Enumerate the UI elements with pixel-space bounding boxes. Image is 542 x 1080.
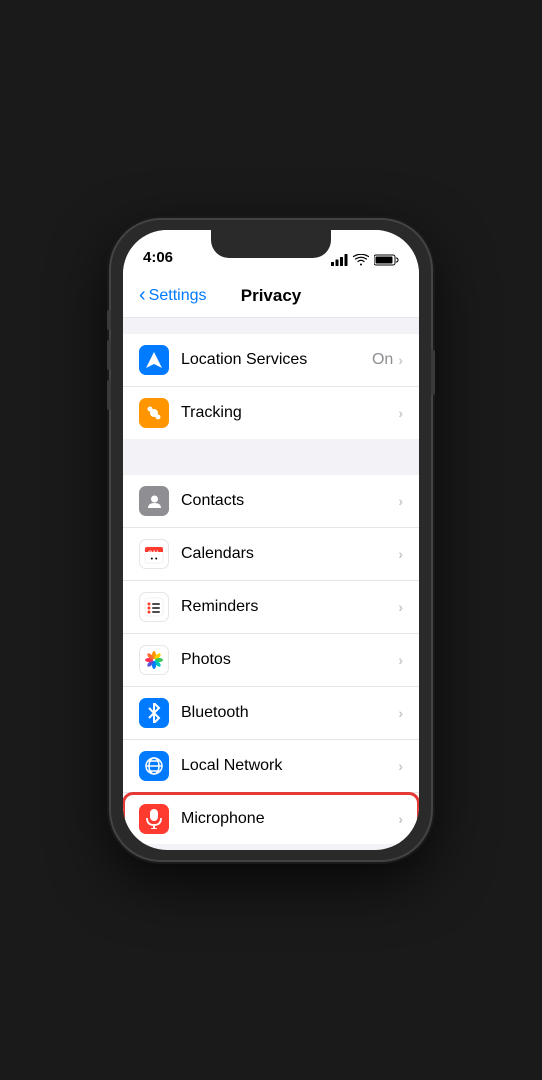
reminders-label: Reminders	[181, 598, 398, 616]
reminders-icon	[139, 592, 169, 622]
microphone-icon	[139, 804, 169, 834]
volume-down-button	[107, 380, 111, 410]
volume-up-button	[107, 340, 111, 370]
list-item-contacts[interactable]: Contacts ›	[123, 475, 419, 528]
calendars-chevron: ›	[398, 546, 403, 562]
settings-content[interactable]: Location Services On › Tracking ›	[123, 318, 419, 844]
local-network-label: Local Network	[181, 757, 398, 775]
status-icons	[331, 254, 399, 266]
tracking-icon	[139, 398, 169, 428]
back-chevron-icon: ‹	[139, 284, 146, 307]
reminders-chevron: ›	[398, 599, 403, 615]
list-item-local-network[interactable]: Local Network ›	[123, 740, 419, 793]
phone-frame: 4:06	[111, 220, 431, 860]
power-button	[431, 350, 435, 395]
back-button[interactable]: ‹ Settings	[139, 284, 206, 307]
tracking-label: Tracking	[181, 404, 398, 422]
list-item-tracking[interactable]: Tracking ›	[123, 387, 419, 439]
top-section: Location Services On › Tracking ›	[123, 334, 419, 439]
signal-icon	[331, 254, 348, 266]
location-services-value: On	[372, 351, 393, 369]
bluetooth-label: Bluetooth	[181, 704, 398, 722]
local-network-icon	[139, 751, 169, 781]
list-item-reminders[interactable]: Reminders ›	[123, 581, 419, 634]
location-services-icon	[139, 345, 169, 375]
battery-icon	[374, 254, 399, 266]
calendars-icon: • • CAL	[139, 539, 169, 569]
nav-bar: ‹ Settings Privacy	[123, 274, 419, 318]
phone-screen: 4:06	[123, 230, 419, 850]
calendars-label: Calendars	[181, 545, 398, 563]
notch	[211, 230, 331, 258]
svg-text:CAL: CAL	[148, 551, 161, 557]
back-label[interactable]: Settings	[149, 287, 207, 305]
location-services-label: Location Services	[181, 351, 372, 369]
contacts-chevron: ›	[398, 493, 403, 509]
photos-icon	[139, 645, 169, 675]
contacts-label: Contacts	[181, 492, 398, 510]
photos-label: Photos	[181, 651, 398, 669]
list-item-photos[interactable]: Photos ›	[123, 634, 419, 687]
svg-text:• •: • •	[151, 556, 158, 563]
list-item-calendars[interactable]: • • CAL Calendars ›	[123, 528, 419, 581]
local-network-chevron: ›	[398, 758, 403, 774]
list-item-microphone[interactable]: Microphone ›	[123, 793, 419, 844]
list-item-bluetooth[interactable]: Bluetooth ›	[123, 687, 419, 740]
photos-chevron: ›	[398, 652, 403, 668]
page-title: Privacy	[241, 286, 302, 306]
tracking-chevron: ›	[398, 405, 403, 421]
location-services-chevron: ›	[398, 352, 403, 368]
silent-button	[107, 310, 111, 330]
bluetooth-icon	[139, 698, 169, 728]
bluetooth-chevron: ›	[398, 705, 403, 721]
list-item-location-services[interactable]: Location Services On ›	[123, 334, 419, 387]
main-section: Contacts › • • CAL	[123, 475, 419, 844]
microphone-chevron: ›	[398, 811, 403, 827]
wifi-icon	[353, 254, 369, 266]
status-bar: 4:06	[123, 230, 419, 274]
status-time: 4:06	[143, 249, 173, 266]
microphone-label: Microphone	[181, 810, 398, 828]
contacts-icon	[139, 486, 169, 516]
